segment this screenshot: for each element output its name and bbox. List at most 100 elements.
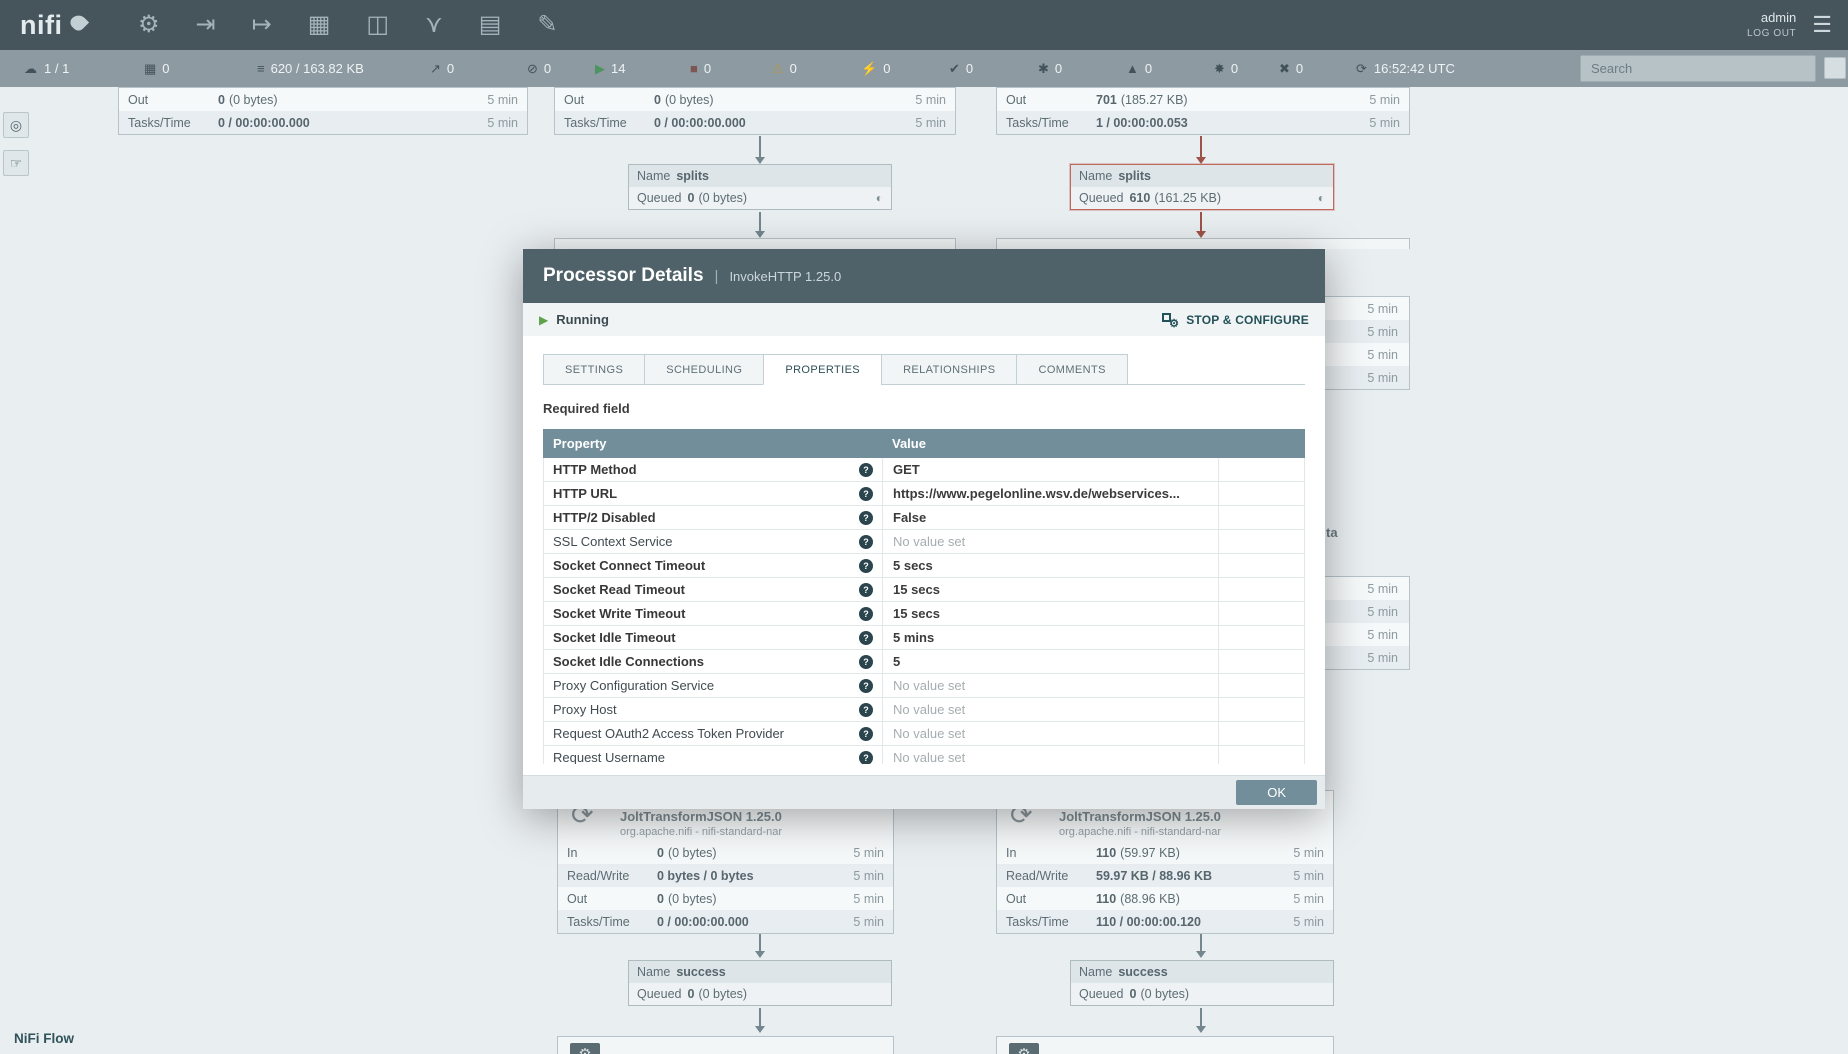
connection-line[interactable] [1200,934,1202,952]
process-group-icon[interactable]: ▦ [308,13,331,37]
processor-sliver[interactable]: ⚙ [996,1036,1334,1054]
search-button[interactable] [1824,57,1846,79]
navigate-palette-button[interactable]: ◎ [3,112,29,138]
processor-stats-edge-2[interactable]: 5 min5 min5 min5 min [1324,576,1410,670]
connection-queued-row: Queued 0 (0 bytes) [629,983,891,1005]
connection-label-splits-2[interactable]: Name splits Queued 610 (161.25 KB) ◐ [1070,164,1334,210]
breadcrumb-nifi-flow[interactable]: NiFi Flow [14,1031,74,1046]
stat-row: Tasks/Time 0 / 00:00:00.000 5 min [555,111,955,134]
app-header: nifi ⚙⇥↦▦◫⋎▤✎ admin LOG OUT ☰ [0,0,1848,50]
help-icon[interactable]: ? [859,631,873,645]
connection-label-success-2[interactable]: Name success Queued 0 (0 bytes) [1070,960,1334,1006]
help-icon[interactable]: ? [859,679,873,693]
logout-link[interactable]: LOG OUT [1747,27,1796,40]
property-value: https://www.pegelonline.wsv.de/webservic… [883,482,1219,505]
connection-queued-row: Queued 0 (0 bytes) [1071,983,1333,1005]
processor-stats-partial-1[interactable]: Out 0 (0 bytes) 5 min Tasks/Time 0 / 00:… [118,87,528,135]
dialog-header: Processor Details | InvokeHTTP 1.25.0 [523,249,1325,303]
processor-stats-edge-1[interactable]: 5 min5 min5 min5 min [1324,296,1410,390]
help-icon[interactable]: ? [859,487,873,501]
output-port-icon[interactable]: ↦ [252,13,272,37]
connection-arrow [755,157,765,164]
property-value: 5 [883,650,1219,673]
status-icon: ↗ [430,61,441,77]
help-icon[interactable]: ? [859,511,873,525]
status-icon: ▦ [144,61,156,77]
property-value: 15 secs [883,602,1219,625]
connection-line[interactable] [759,212,761,232]
processor-jolt-transform-1[interactable]: ⟳ JoltTransformJSON 1.25.0 org.apache.ni… [557,790,894,934]
connection-line[interactable] [1200,1008,1202,1026]
processor-stats-partial-3[interactable]: Out 701 (185.27 KB) 5 min Tasks/Time 1 /… [996,87,1410,135]
help-icon[interactable]: ? [859,535,873,549]
property-row: Proxy Configuration Service ? No value s… [544,674,1304,698]
stat-row: 5 min [1324,600,1409,623]
property-name: HTTP Method [553,462,637,477]
property-row: Request OAuth2 Access Token Provider ? N… [544,722,1304,746]
stats-rows: Out 0 (0 bytes) 5 min Tasks/Time 0 / 00:… [119,88,527,134]
processor-stats-partial-2[interactable]: Out 0 (0 bytes) 5 min Tasks/Time 0 / 00:… [554,87,956,135]
property-value: No value set [883,722,1219,745]
remote-process-group-icon[interactable]: ◫ [366,13,389,37]
connection-label-success-1[interactable]: Name success Queued 0 (0 bytes) [628,960,892,1006]
cluster-icon: ☁ [24,61,37,77]
property-value: No value set [883,674,1219,697]
connection-line[interactable] [1200,212,1202,232]
processor-jolt-transform-2[interactable]: ⟳ JoltTransformJSON 1.25.0 org.apache.ni… [996,790,1334,934]
help-icon[interactable]: ? [859,607,873,621]
processor-sliver[interactable] [554,238,956,249]
tab-settings[interactable]: SETTINGS [543,354,645,385]
label-icon[interactable]: ✎ [537,13,557,37]
tab-comments[interactable]: COMMENTS [1016,354,1127,385]
ok-button[interactable]: OK [1236,780,1317,805]
connection-queued-row: Queued 610 (161.25 KB) ◐ [1071,187,1333,209]
help-icon[interactable]: ? [859,583,873,597]
help-icon[interactable]: ? [859,751,873,765]
connection-name-row: Name success [629,961,891,983]
connection-line[interactable] [759,934,761,952]
connection-line[interactable] [759,1008,761,1026]
help-icon[interactable]: ? [859,463,873,477]
property-name: Socket Connect Timeout [553,558,705,573]
processor-sliver[interactable]: ⚙ [557,1036,894,1054]
property-name: Request Username [553,750,665,764]
stat-row: Out 701 (185.27 KB) 5 min [997,88,1409,111]
processor-icon[interactable]: ⚙ [138,13,160,37]
processor-sliver[interactable] [996,238,1410,249]
input-port-icon[interactable]: ⇥ [196,13,216,37]
property-name: HTTP/2 Disabled [553,510,656,525]
search-input[interactable] [1580,55,1816,82]
processor-title: JoltTransformJSON 1.25.0 [620,809,782,824]
global-menu-icon[interactable]: ☰ [1812,12,1832,38]
help-icon[interactable]: ? [859,655,873,669]
property-row: HTTP/2 Disabled ? False [544,506,1304,530]
property-column-header: Property [543,436,882,451]
operate-palette-button[interactable]: ☞ [3,150,29,176]
cluster-count: 1 / 1 [44,61,69,76]
current-user: admin [1747,10,1796,27]
property-value: False [883,506,1219,529]
funnel-icon[interactable]: ⋎ [425,13,443,37]
refresh-status: ⟳ 16:52:42 UTC [1356,50,1455,87]
stop-and-configure-button[interactable]: ⚙ STOP & CONFIGURE [1162,312,1309,327]
running-indicator: ▶ 14 [595,61,690,77]
tab-scheduling[interactable]: SCHEDULING [644,354,764,385]
property-value: No value set [883,746,1219,764]
template-icon[interactable]: ▤ [479,13,502,37]
cluster-status: ☁ 1 / 1 [24,50,69,87]
help-icon[interactable]: ? [859,703,873,717]
stats-rows: Out 701 (185.27 KB) 5 min Tasks/Time 1 /… [997,88,1409,134]
stale-indicator: ▲ 0 [1126,61,1214,76]
connection-line[interactable] [1200,136,1202,158]
help-icon[interactable]: ? [859,727,873,741]
connection-line[interactable] [759,136,761,158]
dialog-tabs: SETTINGS SCHEDULING PROPERTIES RELATIONS… [543,354,1305,385]
connection-label-splits-1[interactable]: Name splits Queued 0 (0 bytes) ◐ [628,164,892,210]
tab-properties[interactable]: PROPERTIES [763,354,882,385]
disabled-indicator: ⚡ 0 [861,61,949,77]
stat-row: 5 min [1324,366,1409,389]
help-icon[interactable]: ? [859,559,873,573]
refresh-icon[interactable]: ⟳ [1356,61,1367,77]
stat-row: Out 110 (88.96 KB) 5 min [997,887,1333,910]
tab-relationships[interactable]: RELATIONSHIPS [881,354,1017,385]
